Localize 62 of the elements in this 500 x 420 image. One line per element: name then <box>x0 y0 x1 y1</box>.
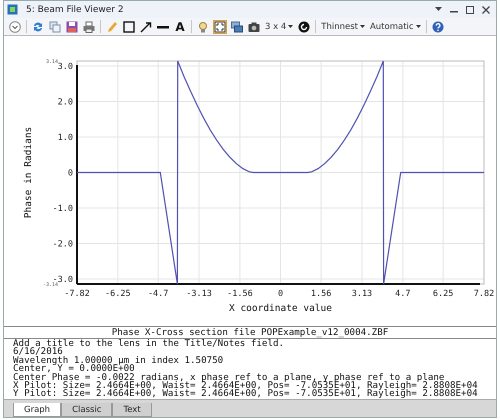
axis-tick-label: 6.25 <box>432 289 454 299</box>
caret-icon <box>416 24 421 28</box>
toolbar-button[interactable] <box>230 20 244 34</box>
rotate-icon <box>298 20 310 32</box>
camera-icon <box>248 20 260 32</box>
note-line: X Pilot: Size= 2.4664E+00, Waist= 2.4664E+00, Pos= -7.0535E+01, Rayleigh= 2.8808E+04 <box>13 382 479 390</box>
axis-tick-label: 3.13 <box>352 289 372 299</box>
fit-frame-icon <box>214 20 226 32</box>
close-icon[interactable] <box>482 6 490 14</box>
axis-tick-label: -2.0 <box>52 240 73 250</box>
dropdown-button[interactable]: Thinnest <box>320 22 366 32</box>
axis-tick-label: 0 <box>68 168 73 178</box>
axis-tick-label: 1.56 <box>310 289 332 299</box>
save-icon <box>66 20 78 32</box>
note-line: Center, Y = 0.0000E+00 <box>13 365 136 374</box>
pencil-icon <box>106 20 118 32</box>
axis-tick-label: 2.0 <box>58 97 73 108</box>
maximize-icon[interactable] <box>466 6 474 14</box>
toolbar-button[interactable] <box>213 20 227 34</box>
toolbar-button[interactable] <box>297 20 312 34</box>
note-line: Add a title to the lens in the Title/Notes field. <box>13 340 286 348</box>
note-line: Center Phase = -0.0022 radians, x phase ref to a plane, y phase ref to a plane <box>13 374 444 382</box>
windows-icon <box>231 20 243 32</box>
y-axis-label: Phase in Radians <box>23 126 34 218</box>
note-line: Wavelength 1.00000 µm in index 1.50750 <box>13 356 224 366</box>
axis-tick-label: 3.0 <box>58 62 73 72</box>
axis-tick-label: 1.0 <box>58 133 73 143</box>
axis-tick-label: -7.82 <box>64 289 90 299</box>
text-tool-button[interactable]: A <box>173 20 187 34</box>
collapse-icon <box>9 20 21 32</box>
dropdown-button[interactable]: Automatic <box>368 22 422 32</box>
note-line: 6/16/2016 <box>13 348 63 357</box>
tab[interactable]: Classic <box>61 403 112 417</box>
caret-icon <box>288 24 294 28</box>
caret-icon <box>360 24 365 28</box>
tab[interactable]: Text <box>112 403 152 417</box>
dropdown-icon[interactable] <box>435 7 442 12</box>
rectangle-icon <box>123 20 135 32</box>
lamp-icon <box>197 20 209 32</box>
axis-tick-label: -1.0 <box>52 204 73 214</box>
arrow-icon <box>140 20 152 32</box>
toolbar-button[interactable] <box>247 20 261 34</box>
axis-tick-label: -1.56 <box>227 289 253 299</box>
axis-tick-label: 7.82 <box>474 289 494 299</box>
dropdown-button[interactable]: 3 x 4 <box>264 22 294 32</box>
axis-tick-label: -4.7 <box>148 289 168 299</box>
app-icon <box>7 4 18 15</box>
print-icon <box>83 20 95 32</box>
help-icon <box>432 20 444 32</box>
axis-tick-label: -6.25 <box>105 289 131 299</box>
chart-caption: Phase X-Cross section file POPExample_v12_0004.ZBF <box>4 326 496 339</box>
tab[interactable]: Graph <box>13 403 62 417</box>
axis-tick-label: 4.7 <box>395 289 410 299</box>
toolbar-button[interactable] <box>139 20 153 34</box>
toolbar-button[interactable] <box>122 20 136 34</box>
x-axis-label: X coordinate value <box>229 303 332 314</box>
note-line: Y Pilot: Size= 2.4664E+00, Waist= 2.4664E+00, Pos= -7.0535E+01, Rayleigh= 2.8808E+04 <box>13 390 479 399</box>
refresh-icon <box>32 20 44 32</box>
window-title: 5: Beam File Viewer 2 <box>26 4 124 14</box>
axis-tick-label: -3.13 <box>186 289 212 299</box>
axis-tick-label: 0 <box>278 289 284 299</box>
copy-icon <box>49 20 61 32</box>
